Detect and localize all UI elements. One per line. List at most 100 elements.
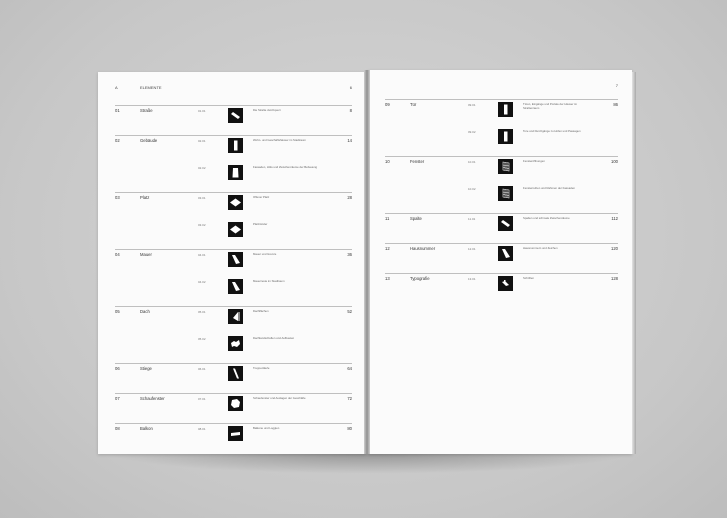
subentry-description: Hausnummern und Zeichen: [523, 246, 558, 250]
entry-divider: [385, 273, 618, 274]
vertical-block-icon: [498, 129, 513, 144]
entry-number: 09: [385, 102, 390, 107]
entry-number: 07: [115, 396, 120, 401]
subentry-description: Dachlandschaften und Aufbauten: [253, 336, 295, 340]
subentry-code: 10.02: [468, 186, 476, 191]
subentry-description: Wohn- und Geschäftshäuser im Stadtraum: [253, 138, 306, 142]
book-shadow: [104, 452, 634, 474]
entry-page-number: 14: [347, 138, 352, 143]
subentry-description: Treppenläufe: [253, 366, 270, 370]
entry-number: 06: [115, 366, 120, 371]
entry-page-number: 52: [347, 309, 352, 314]
entry-page-number: 80: [347, 426, 352, 431]
subentry-code: 07.01: [198, 396, 206, 401]
entry-divider: [115, 249, 352, 250]
entry-page-number: 8: [349, 108, 352, 113]
entry-divider: [115, 135, 352, 136]
book-gutter: [364, 70, 370, 454]
subentry-code: 05.01: [198, 309, 206, 314]
entry-divider: [115, 192, 352, 193]
entry-page-number: 120: [611, 246, 618, 251]
entry-page-number: 100: [611, 159, 618, 164]
entry-page-number: 28: [347, 195, 352, 200]
steep-bar-icon: [228, 366, 243, 381]
entry-number: 01: [115, 108, 120, 113]
subentry-description: Tore und Durchgänge zu Höfen und Passage…: [523, 129, 581, 133]
triangle-icon: [228, 309, 243, 324]
subentry-description: Schriften: [523, 276, 535, 280]
wedge-icon: [498, 246, 513, 261]
subentry-code: 09.01: [468, 102, 476, 107]
entry-title: Balkon: [140, 426, 153, 431]
entry-page-number: 72: [347, 396, 352, 401]
lattice-icon: [498, 186, 513, 201]
subentry-description: Fensteröffnungen: [523, 159, 545, 163]
entry-divider: [115, 306, 352, 307]
right-page: 7 09 Tür 86 09.01 Türen, Eingänge und Portale…: [368, 70, 632, 454]
section-letter: A: [115, 85, 118, 90]
entry-title: Stiege: [140, 366, 152, 371]
page-edge: [632, 72, 636, 454]
subentry-code: 02.02: [198, 165, 206, 170]
entry-divider: [115, 393, 352, 394]
entry-title: Dach: [140, 309, 150, 314]
subentry-description: Spalten und schmale Zwischenräume: [523, 216, 570, 220]
entry-page-number: 64: [347, 366, 352, 371]
splash-icon: [228, 336, 243, 351]
entry-number: 10: [385, 159, 390, 164]
entry-page-number: 36: [347, 252, 352, 257]
subentry-code: 12.01: [468, 246, 476, 251]
entry-divider: [385, 156, 618, 157]
slab-icon: [228, 426, 243, 441]
entry-title: Straße: [140, 108, 153, 113]
subentry-code: 09.02: [468, 129, 476, 134]
entry-title: Fenster: [410, 159, 425, 164]
subentry-description: Schaufenster und Auslagen der Geschäfte: [253, 396, 306, 400]
subentry-code: 04.01: [198, 252, 206, 257]
entry-divider: [115, 423, 352, 424]
left-page: A ELEMENTE 6 01 Straße 8 01.01 Die Straße durch…: [98, 72, 366, 454]
entry-title: Platz: [140, 195, 150, 200]
subentry-description: Balkone und Loggien: [253, 426, 280, 430]
small-bar-icon: [498, 276, 513, 291]
subentry-description: Fassaden, Höfe und Zwischenräume der Beb…: [253, 165, 318, 169]
entry-title: Tür: [410, 102, 417, 107]
subentry-description: Mauer und Grenze: [253, 252, 277, 256]
subentry-code: 05.02: [198, 336, 206, 341]
diagonal-bar-icon: [228, 108, 243, 123]
diagonal-bar-icon: [498, 216, 513, 231]
subentry-description: Dachflächen: [253, 309, 269, 313]
entry-divider: [385, 213, 618, 214]
subentry-code: 08.01: [198, 426, 206, 431]
lattice-icon: [498, 159, 513, 174]
subentry-code: 03.02: [198, 222, 206, 227]
entry-divider: [385, 99, 618, 100]
wedge-icon: [228, 279, 243, 294]
entry-title: Hausnummer: [410, 246, 436, 251]
subentry-code: 01.01: [198, 108, 206, 113]
entry-title: Gebäude: [140, 138, 158, 143]
vertical-block-icon: [498, 102, 513, 117]
entry-title: Schaufenster: [140, 396, 165, 401]
entry-page-number: 112: [611, 216, 618, 221]
entry-number: 13: [385, 276, 390, 281]
diamond-icon: [228, 195, 243, 210]
entry-divider: [115, 363, 352, 364]
subentry-code: 03.01: [198, 195, 206, 200]
tall-block-icon: [228, 165, 243, 180]
subentry-description: Die Straße durchquert: [253, 108, 281, 112]
entry-title: Spalte: [410, 216, 422, 221]
entry-page-number: 128: [611, 276, 618, 281]
entry-number: 02: [115, 138, 120, 143]
entry-number: 12: [385, 246, 390, 251]
entry-number: 03: [115, 195, 120, 200]
header-page-number: 7: [615, 83, 618, 88]
section-title: ELEMENTE: [140, 85, 162, 90]
subentry-description: Türen, Eingänge und Portale der Häuser i…: [523, 102, 578, 110]
vertical-block-icon: [228, 138, 243, 153]
entry-title: Mauer: [140, 252, 152, 257]
entry-number: 05: [115, 309, 120, 314]
diamond-icon: [228, 222, 243, 237]
subentry-description: Platzränder: [253, 222, 268, 226]
subentry-code: 10.01: [468, 159, 476, 164]
